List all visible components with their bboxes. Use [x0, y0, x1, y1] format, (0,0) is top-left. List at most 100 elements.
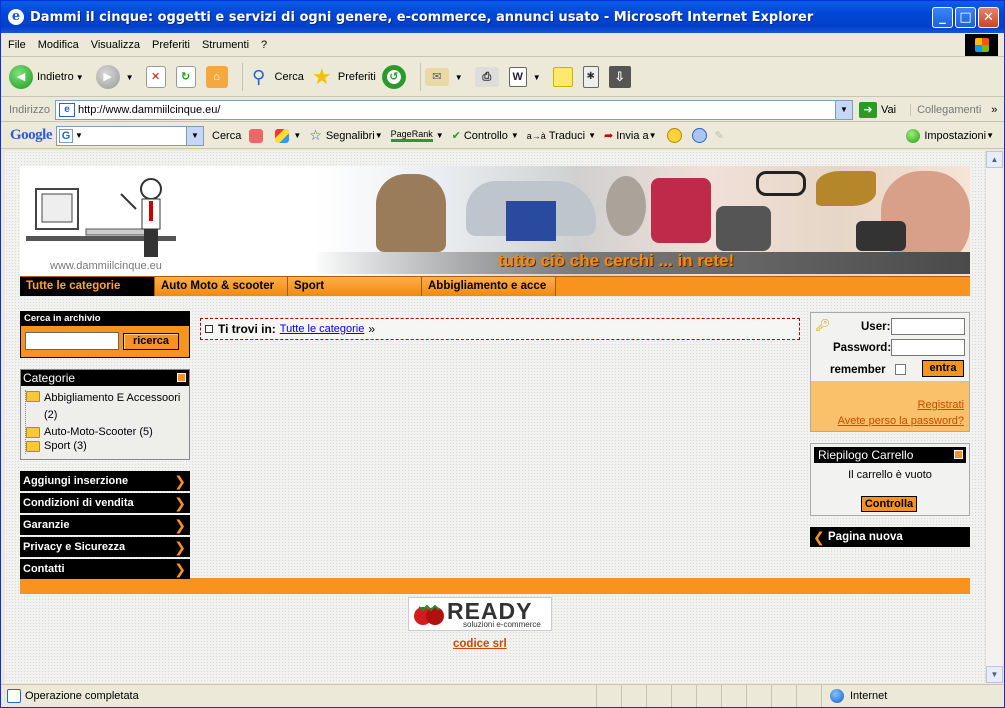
menu-modifica[interactable]: Modifica: [38, 39, 79, 51]
categories-box: Categorie Abbigliamento E Accessoori (2): [20, 369, 190, 460]
category-name[interactable]: Auto-Moto-Scooter (5): [44, 426, 153, 438]
minimize-button[interactable]: _: [932, 7, 953, 28]
spellcheck-button[interactable]: ✔ Controllo ▼: [452, 129, 519, 143]
mail-dropdown-icon[interactable]: ▼: [455, 73, 463, 82]
maximize-button[interactable]: □: [955, 7, 976, 28]
password-input[interactable]: [891, 339, 965, 356]
pen-icon[interactable]: ✎: [715, 129, 724, 142]
go-button[interactable]: ➜ Vai: [859, 101, 896, 118]
bookmarks-button[interactable]: ☆ Segnalibri ▼: [309, 127, 382, 144]
google-news-button[interactable]: [249, 128, 267, 143]
category-item[interactable]: Abbigliamento E Accessoori (2): [26, 390, 184, 424]
forward-dropdown-icon[interactable]: ▼: [126, 73, 134, 82]
translate-button[interactable]: a→à Traduci ▼: [527, 130, 596, 142]
link-privacy-sicurezza[interactable]: Privacy e Sicurezza ❯: [20, 537, 190, 557]
codice-srl-link[interactable]: codice srl: [453, 638, 507, 650]
home-button[interactable]: ⌂: [205, 66, 232, 88]
remember-checkbox[interactable]: [895, 364, 906, 375]
vertical-scrollbar[interactable]: ▲ ▼: [985, 151, 1003, 683]
nav-tab-sport[interactable]: Sport: [288, 277, 422, 296]
sad-smiley-icon[interactable]: [691, 128, 707, 143]
edit-dropdown-icon[interactable]: ▼: [533, 73, 541, 82]
entra-button[interactable]: entra: [922, 360, 964, 377]
google-logo[interactable]: Google: [10, 127, 53, 144]
forgot-password-link[interactable]: Avete perso la password?: [838, 415, 964, 427]
internet-explorer-icon: e: [8, 9, 24, 25]
refresh-button[interactable]: ↻: [175, 66, 200, 88]
categories-toggle-icon[interactable]: [177, 373, 186, 382]
scroll-up-icon[interactable]: ▲: [986, 151, 1003, 168]
new-page-button[interactable]: ❮ Pagina nuova: [810, 527, 970, 547]
link-contatti[interactable]: Contatti ❯: [20, 559, 190, 579]
menu-bar: File Modifica Visualizza Preferiti Strum…: [1, 33, 1004, 57]
send-icon: ➦: [604, 130, 614, 142]
link-garanzie[interactable]: Garanzie ❯: [20, 515, 190, 535]
settings-button[interactable]: Impostazioni ▼: [906, 128, 994, 143]
favorites-label: Preferiti: [337, 71, 376, 83]
favorites-button[interactable]: ★ Preferiti: [310, 65, 376, 89]
back-button[interactable]: ◀ Indietro ▼: [9, 65, 90, 89]
close-button[interactable]: ✕: [978, 7, 999, 28]
history-button[interactable]: ↺: [381, 65, 410, 89]
menu-preferiti[interactable]: Preferiti: [152, 39, 190, 51]
new-page-label: Pagina nuova: [828, 531, 903, 543]
status-cell: [646, 685, 671, 707]
history-icon: ↺: [381, 65, 406, 89]
forward-button[interactable]: ▶ ▼: [95, 65, 140, 89]
man-on-chair-image: [376, 174, 446, 252]
send-button[interactable]: ➦ Invia a ▼: [604, 129, 657, 143]
ricerca-button[interactable]: ricerca: [123, 333, 179, 350]
nav-tab-auto-moto[interactable]: Auto Moto & scooter: [155, 277, 288, 296]
jacket-image: [651, 178, 711, 243]
scroll-down-icon[interactable]: ▼: [986, 666, 1003, 683]
main-content: Ti trovi in: Tutte le categorie »: [200, 318, 800, 340]
menu-file[interactable]: File: [8, 39, 26, 51]
stop-button[interactable]: ✕: [145, 66, 170, 88]
search-button[interactable]: ⚲ Cerca: [247, 65, 304, 89]
messenger-button[interactable]: ⇩: [608, 66, 635, 88]
ready-logo[interactable]: READY soluzioni e-commerce: [408, 597, 552, 631]
category-name[interactable]: Abbigliamento E Accessoori (2): [44, 390, 184, 424]
google-search-dropdown-icon[interactable]: ▼: [186, 126, 203, 145]
user-input[interactable]: [891, 318, 965, 335]
link-condizioni-vendita[interactable]: Condizioni di vendita ❯: [20, 493, 190, 513]
nav-tab-abbigliamento[interactable]: Abbigliamento e acce: [422, 277, 556, 296]
archive-search-input[interactable]: [25, 332, 119, 350]
nav-tab-all[interactable]: Tutte le categorie: [20, 277, 155, 296]
google-g-dropdown-icon[interactable]: ▼: [75, 131, 83, 140]
category-item[interactable]: Auto-Moto-Scooter (5): [26, 426, 184, 438]
links-chevron-icon[interactable]: »: [991, 104, 997, 116]
mobile-button[interactable]: ✱: [582, 66, 603, 88]
menu-help[interactable]: ?: [261, 39, 267, 51]
print-button[interactable]: ⎙: [474, 67, 503, 87]
sticky-note-icon: [552, 67, 573, 87]
google-search-button[interactable]: Cerca: [212, 130, 241, 142]
popup-dropdown-icon[interactable]: ▼: [293, 131, 301, 140]
cart-toggle-icon[interactable]: [954, 450, 963, 459]
google-search-input[interactable]: G ▼ ▼: [56, 125, 204, 146]
google-popup-button[interactable]: ▼: [275, 128, 301, 143]
popup-blocker-icon: [275, 128, 290, 143]
breadcrumb-link[interactable]: Tutte le categorie: [280, 323, 365, 335]
notes-button[interactable]: [552, 67, 577, 87]
controlla-button[interactable]: Controlla: [861, 496, 917, 512]
address-input[interactable]: e http://www.dammiilcinque.eu/ ▼: [55, 99, 853, 120]
link-aggiungi-inserzione[interactable]: Aggiungi inserzione ❯: [20, 471, 190, 491]
pagerank-button[interactable]: PageRank ▼: [390, 129, 444, 142]
menu-strumenti[interactable]: Strumenti: [202, 39, 249, 51]
category-item[interactable]: Sport (3): [26, 440, 184, 452]
category-name[interactable]: Sport (3): [44, 440, 87, 452]
back-dropdown-icon[interactable]: ▼: [76, 73, 84, 82]
address-url[interactable]: http://www.dammiilcinque.eu/: [78, 104, 220, 116]
smiley-icon[interactable]: [666, 128, 682, 143]
category-nav: Tutte le categorie Auto Moto & scooter S…: [20, 276, 970, 296]
address-dropdown-icon[interactable]: ▼: [835, 100, 852, 119]
links-button[interactable]: Collegamenti: [910, 103, 981, 116]
back-arrow-icon: ◀: [9, 65, 33, 89]
register-link[interactable]: Registrati: [918, 399, 964, 411]
mail-button[interactable]: ✉ ▼: [424, 68, 469, 86]
menu-visualizza[interactable]: Visualizza: [91, 39, 140, 51]
status-bar: Operazione completata Internet: [1, 684, 1004, 707]
edit-button[interactable]: W ▼: [508, 67, 547, 87]
zone-label: Internet: [850, 690, 888, 702]
